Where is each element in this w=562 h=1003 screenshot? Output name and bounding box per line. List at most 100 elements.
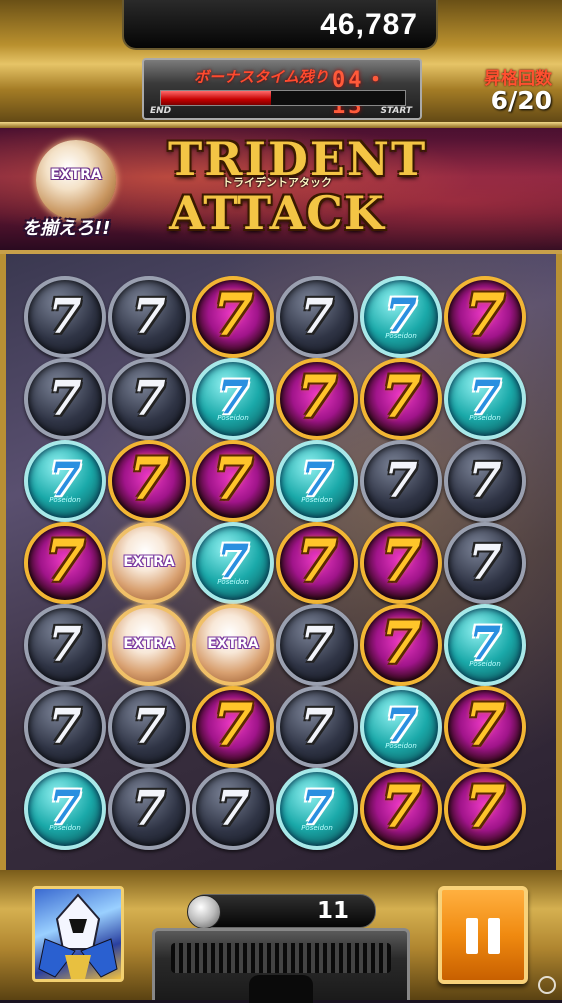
- orb-silver[interactable]: 7: [276, 276, 358, 358]
- orb-silver[interactable]: 7: [108, 768, 190, 850]
- orb-cyan[interactable]: 7 Poseidon: [444, 604, 526, 686]
- orb-cyan[interactable]: 7 Poseidon: [444, 358, 526, 440]
- orb-seven-glyph: 7: [464, 691, 506, 759]
- orb-silver[interactable]: 7: [108, 358, 190, 440]
- orb-gold[interactable]: 7: [444, 276, 526, 358]
- orb-cyan[interactable]: 7 Poseidon: [24, 440, 106, 522]
- orb-gold[interactable]: 7: [192, 686, 274, 768]
- orb-cyan[interactable]: 7 Poseidon: [360, 686, 442, 768]
- orb-silver[interactable]: 7: [444, 440, 526, 522]
- orb-seven-glyph: 7: [464, 281, 506, 349]
- slot-machine-panel: [152, 928, 410, 1003]
- collect-instruction: を揃えろ!!: [22, 218, 111, 239]
- puzzle-board[interactable]: 7 7 7 7 7 Poseidon 7 7 7 7 Poseidon 7 7 7 Poseidon 7 Pos…: [0, 254, 562, 870]
- pause-button[interactable]: [438, 886, 528, 984]
- orb-caption: Poseidon: [49, 824, 81, 832]
- score-panel: 46,787: [122, 0, 438, 50]
- orb-seven-glyph: 7: [212, 445, 254, 513]
- top-bar: 46,787 ボーナスタイム残り 04・13 END START 昇格回数 6/…: [0, 0, 562, 128]
- orb-silver[interactable]: 7: [360, 440, 442, 522]
- orb-seven-glyph: 7: [48, 289, 82, 345]
- orb-seven-glyph: 7: [48, 617, 82, 673]
- orb-caption: Poseidon: [301, 824, 333, 832]
- orb-gold[interactable]: 7: [360, 522, 442, 604]
- orb-seven-glyph: 7: [300, 617, 334, 673]
- orb-silver[interactable]: 7: [444, 522, 526, 604]
- event-banner: EXTRA を揃えろ!! TRIDENT トライデントアタック ATTACK: [0, 128, 562, 254]
- orb-seven-glyph: 7: [44, 527, 86, 595]
- orb-seven-glyph: 7: [128, 445, 170, 513]
- orb-gold[interactable]: 7: [276, 522, 358, 604]
- bonus-time-bar: [160, 90, 406, 106]
- orb-caption: Poseidon: [469, 660, 501, 668]
- orb-seven-glyph: 7: [300, 699, 334, 755]
- orb-seven-glyph: 7: [216, 781, 250, 837]
- orb-gold[interactable]: 7: [360, 768, 442, 850]
- orb-cyan[interactable]: 7 Poseidon: [276, 768, 358, 850]
- orb-gold[interactable]: 7: [108, 440, 190, 522]
- orb-silver[interactable]: 7: [192, 768, 274, 850]
- watermark-icon: [538, 976, 556, 994]
- extra-orb-icon: EXTRA: [36, 140, 116, 220]
- extra-orb-label: EXTRA: [50, 167, 102, 183]
- orb-extra-label: EXTRA: [207, 636, 259, 652]
- orb-seven-glyph: 7: [380, 609, 422, 677]
- orb-silver[interactable]: 7: [276, 686, 358, 768]
- item-count-display: 11: [187, 894, 376, 929]
- orb-caption: Poseidon: [385, 332, 417, 340]
- orb-cyan[interactable]: 7 Poseidon: [276, 440, 358, 522]
- pause-icon: [488, 918, 500, 954]
- orb-gold[interactable]: 7: [24, 522, 106, 604]
- orb-silver[interactable]: 7: [108, 276, 190, 358]
- orb-seven-glyph: 7: [468, 535, 502, 591]
- logo-title-line2: ATTACK: [169, 186, 385, 240]
- orb-seven-glyph: 7: [296, 527, 338, 595]
- orb-gold[interactable]: 7: [360, 604, 442, 686]
- orb-extra[interactable]: EXTRA: [192, 604, 274, 686]
- orb-gold[interactable]: 7: [444, 686, 526, 768]
- orb-gold[interactable]: 7: [276, 358, 358, 440]
- orb-cyan[interactable]: 7 Poseidon: [192, 358, 274, 440]
- score-value: 46,787: [320, 8, 418, 41]
- orb-caption: Poseidon: [49, 496, 81, 504]
- orb-seven-glyph: 7: [212, 691, 254, 759]
- orb-seven-glyph: 7: [212, 281, 254, 349]
- promotion-count: 6/20: [490, 86, 552, 115]
- orb-cyan[interactable]: 7 Poseidon: [192, 522, 274, 604]
- orb-extra[interactable]: EXTRA: [108, 604, 190, 686]
- bonus-time-bar-fill: [161, 91, 271, 105]
- orb-seven-glyph: 7: [132, 699, 166, 755]
- character-portrait-icon[interactable]: [32, 886, 124, 982]
- orb-caption: Poseidon: [217, 414, 249, 422]
- orb-silver[interactable]: 7: [276, 604, 358, 686]
- orb-extra-label: EXTRA: [123, 554, 175, 570]
- orb-caption: Poseidon: [385, 742, 417, 750]
- orb-gold[interactable]: 7: [192, 440, 274, 522]
- orb-silver[interactable]: 7: [108, 686, 190, 768]
- orb-caption: Poseidon: [469, 414, 501, 422]
- speaker-grill: [171, 943, 391, 973]
- item-count-value: 11: [316, 898, 349, 924]
- orb-caption: Poseidon: [301, 496, 333, 504]
- bonus-time-label: ボーナスタイム残り: [194, 68, 329, 86]
- orb-seven-glyph: 7: [384, 453, 418, 509]
- orb-silver[interactable]: 7: [24, 358, 106, 440]
- orb-gold[interactable]: 7: [444, 768, 526, 850]
- orb-caption: Poseidon: [217, 578, 249, 586]
- orb-gold[interactable]: 7: [192, 276, 274, 358]
- orb-silver[interactable]: 7: [24, 686, 106, 768]
- orb-silver[interactable]: 7: [24, 276, 106, 358]
- orb-seven-glyph: 7: [48, 699, 82, 755]
- orb-cyan[interactable]: 7 Poseidon: [24, 768, 106, 850]
- orb-silver[interactable]: 7: [24, 604, 106, 686]
- orb-seven-glyph: 7: [380, 363, 422, 431]
- bar-start-label: START: [380, 106, 412, 116]
- pause-icon: [466, 918, 478, 954]
- orb-seven-glyph: 7: [132, 289, 166, 345]
- character-portrait-graphic: [38, 893, 118, 979]
- orb-extra[interactable]: EXTRA: [108, 522, 190, 604]
- orb-seven-glyph: 7: [132, 781, 166, 837]
- orb-seven-glyph: 7: [380, 527, 422, 595]
- orb-gold[interactable]: 7: [360, 358, 442, 440]
- orb-cyan[interactable]: 7 Poseidon: [360, 276, 442, 358]
